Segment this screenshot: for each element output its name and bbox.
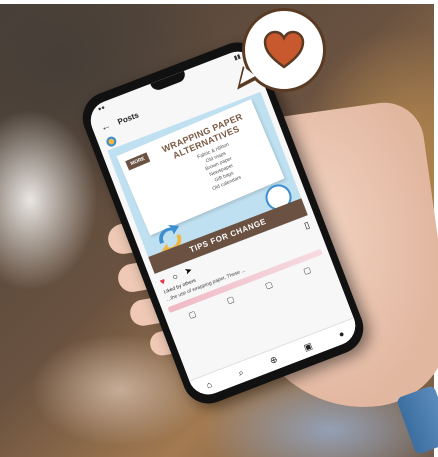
home-icon[interactable]: ⌂ [205, 379, 214, 390]
comment-icon[interactable]: ○ [171, 271, 180, 282]
profile-icon[interactable]: ● [337, 328, 346, 339]
send-icon[interactable]: ➤ [183, 265, 194, 278]
shop-icon[interactable]: ▣ [302, 340, 314, 353]
heart-icon [263, 30, 305, 69]
back-arrow-icon[interactable]: ← [99, 120, 112, 134]
thumbnail[interactable]: ▢ [302, 265, 312, 276]
search-icon[interactable]: ⌕ [237, 366, 246, 378]
status-left: ●● [97, 104, 107, 113]
thumbnail[interactable]: ▢ [187, 309, 197, 320]
thumbnail[interactable]: ▢ [225, 294, 235, 305]
post-tag: MORE [125, 152, 151, 171]
heart-icon[interactable]: ♥ [158, 275, 167, 286]
thumbnail[interactable]: ▢ [264, 280, 274, 291]
bookmark-icon[interactable]: ▯ [303, 220, 312, 232]
add-icon[interactable]: ⊕ [268, 353, 279, 366]
photo-frame-top [0, 0, 438, 4]
